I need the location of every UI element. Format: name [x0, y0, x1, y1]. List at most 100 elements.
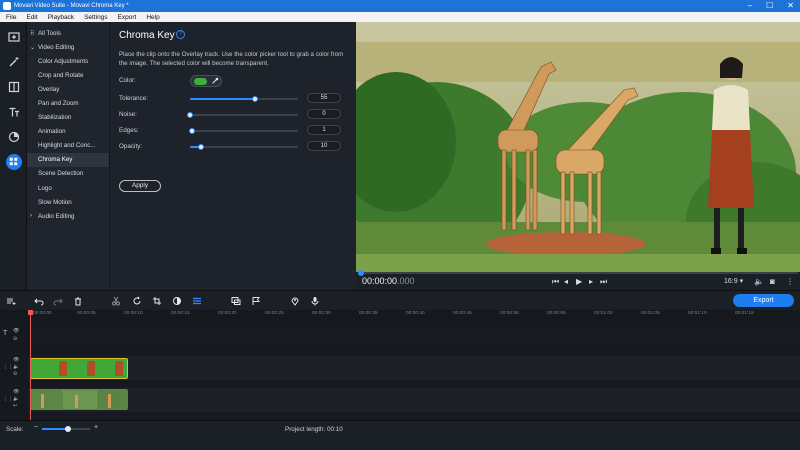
skip-forward-icon[interactable]: ⏭	[600, 277, 607, 287]
menu-file[interactable]: File	[6, 14, 16, 21]
titles-tool[interactable]	[0, 99, 27, 124]
overlay-button[interactable]	[230, 295, 242, 307]
drag-handle-icon[interactable]: ⋮⋮	[3, 396, 13, 402]
timecode-ms: .000	[397, 276, 415, 286]
clip-properties-button[interactable]	[191, 295, 203, 307]
menu-export[interactable]: Export	[118, 14, 137, 21]
close-button[interactable]: ✕	[787, 0, 794, 12]
filters-tool[interactable]	[0, 49, 27, 74]
lock-icon[interactable]: ⊝	[13, 336, 17, 342]
volume-icon[interactable]: 🔈	[754, 277, 764, 286]
title-track-lane[interactable]	[28, 324, 800, 346]
more-options-icon[interactable]: ⋮	[786, 277, 794, 286]
minimize-button[interactable]: –	[748, 0, 752, 12]
panel-title: Chroma Key	[119, 30, 175, 41]
zoom-out-icon[interactable]: −	[34, 424, 38, 431]
eye-icon[interactable]: 👁	[13, 328, 19, 334]
help-icon[interactable]: ?	[176, 30, 185, 39]
sidebar-item-pan-and-zoom[interactable]: Pan and Zoom	[27, 96, 109, 110]
sidebar-audio-editing[interactable]: › Audio Editing	[27, 209, 109, 223]
opacity-value[interactable]: 10	[307, 141, 341, 151]
edges-slider[interactable]	[189, 128, 298, 134]
frame-forward-icon[interactable]: ▸	[589, 277, 593, 286]
menu-settings[interactable]: Settings	[84, 14, 108, 21]
delete-button[interactable]	[72, 295, 84, 307]
frame-back-icon[interactable]: ◂	[564, 277, 568, 286]
menu-edit[interactable]: Edit	[26, 14, 37, 21]
timeline-playhead[interactable]	[28, 310, 33, 420]
opacity-slider[interactable]	[190, 144, 298, 150]
tolerance-knob[interactable]	[251, 96, 258, 102]
menu-help[interactable]: Help	[146, 14, 159, 21]
rotate-icon	[133, 296, 141, 305]
scale-slider[interactable]	[42, 426, 90, 432]
crop-button[interactable]	[151, 295, 163, 307]
more-tools-tool[interactable]	[0, 149, 27, 174]
apply-button[interactable]: Apply	[119, 180, 161, 192]
eye-icon[interactable]: 👁	[13, 357, 19, 363]
redo-icon	[53, 298, 63, 306]
color-picker-button[interactable]	[190, 75, 222, 87]
aspect-ratio-dropdown[interactable]: 16:9 ▾	[724, 277, 743, 285]
snapshot-icon[interactable]: ◙	[770, 277, 775, 286]
play-icon[interactable]: ▶	[576, 277, 582, 286]
sidebar-item-slow-motion[interactable]: Slow Motion	[27, 195, 109, 209]
overlay-track-lane[interactable]	[28, 356, 800, 380]
transitions-tool[interactable]	[0, 74, 27, 99]
sidebar-item-color-adjustments[interactable]: Color Adjustments	[27, 54, 109, 68]
undo-button[interactable]	[33, 295, 45, 307]
ruler-tick: 00:00:50	[500, 311, 519, 316]
mute-icon[interactable]: 🔈	[13, 364, 19, 370]
marker-button[interactable]	[250, 295, 262, 307]
redo-button[interactable]	[52, 295, 64, 307]
sidebar-item-animation[interactable]: Animation	[27, 125, 109, 139]
link-icon[interactable]: ↩	[13, 403, 17, 409]
record-audio-button[interactable]	[309, 295, 321, 307]
mute-icon[interactable]: 🔈	[13, 396, 19, 402]
sidebar-item-crop-and-rotate[interactable]: Crop and Rotate	[27, 68, 109, 82]
video-preview[interactable]	[356, 22, 800, 272]
grid-small-icon: ⠿	[30, 30, 35, 37]
video-clip[interactable]	[30, 389, 128, 410]
rotate-button[interactable]	[131, 295, 143, 307]
sidebar-item-stabilization[interactable]: Stabilization	[27, 111, 109, 125]
playback-progress[interactable]	[358, 270, 798, 276]
timeline-ruler[interactable]: 00:00:00 00:00:05 00:00:10 00:00:15 00:0…	[0, 310, 800, 320]
maximize-button[interactable]: ☐	[766, 0, 773, 12]
sidebar-item-overlay[interactable]: Overlay	[27, 82, 109, 96]
sidebar-item-chroma-key[interactable]: Chroma Key	[27, 152, 109, 167]
sidebar-item-scene-detection[interactable]: Scene Detection	[27, 167, 109, 181]
tolerance-value[interactable]: 55	[307, 93, 341, 103]
color-adjust-button[interactable]	[171, 295, 183, 307]
lock-icon[interactable]: ⊝	[13, 371, 17, 377]
menu-playback[interactable]: Playback	[48, 14, 74, 21]
noise-knob[interactable]	[187, 112, 193, 118]
eye-icon[interactable]: 👁	[13, 389, 19, 395]
sidebar-video-editing[interactable]: ⌄ Video Editing	[27, 40, 109, 54]
zoom-in-icon[interactable]: +	[94, 424, 98, 431]
opacity-knob[interactable]	[197, 144, 204, 150]
noise-value[interactable]: 0	[307, 109, 341, 119]
stickers-tool[interactable]	[0, 124, 27, 149]
import-tool[interactable]	[0, 24, 27, 49]
playhead-handle[interactable]	[28, 310, 33, 315]
edges-value[interactable]: 1	[307, 125, 341, 135]
sidebar-item-logo[interactable]: Logo	[27, 181, 109, 195]
skip-back-icon[interactable]: ⏮	[552, 277, 559, 287]
edges-knob[interactable]	[189, 128, 196, 134]
scale-knob[interactable]	[65, 426, 71, 432]
scale-fill	[42, 428, 67, 430]
menu-bar: File Edit Playback Settings Export Help	[0, 12, 800, 22]
sidebar-all-tools[interactable]: ⠿ All Tools	[27, 26, 109, 40]
record-voice-location-button[interactable]	[289, 295, 301, 307]
sidebar-item-highlight[interactable]: Highlight and Conc...	[27, 139, 109, 153]
timecode-main: 00:00:00	[362, 276, 398, 286]
drag-handle-icon[interactable]: ⋮⋮	[3, 364, 13, 370]
cut-button[interactable]	[110, 295, 122, 307]
noise-slider[interactable]	[187, 112, 298, 118]
add-track-button[interactable]	[5, 295, 17, 307]
video-track-lane[interactable]	[28, 388, 800, 412]
overlay-clip[interactable]	[30, 358, 128, 379]
export-button[interactable]: Export	[733, 294, 794, 307]
tolerance-slider[interactable]	[190, 96, 298, 102]
